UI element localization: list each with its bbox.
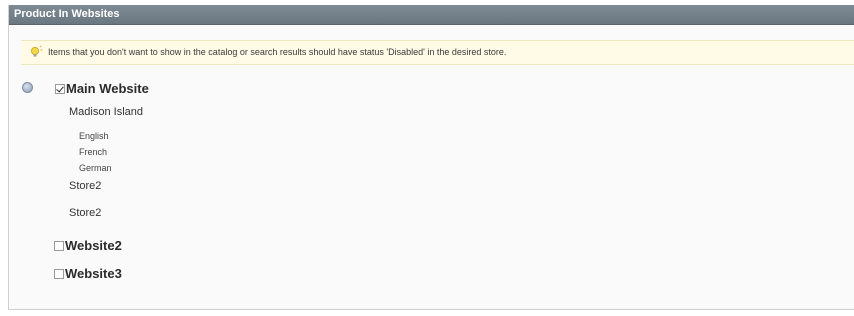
main-website-checkbox[interactable] bbox=[55, 84, 65, 94]
store-group-store2-second: Store2 bbox=[69, 207, 102, 219]
notice-text: Items that you don't want to show in the… bbox=[48, 47, 507, 57]
store-view-english: English bbox=[79, 131, 109, 141]
store-group-madison-island: Madison Island bbox=[69, 106, 143, 118]
website3-checkbox[interactable] bbox=[54, 269, 64, 279]
panel-header: Product In Websites bbox=[9, 5, 854, 25]
product-in-websites-panel: Product In Websites Items that you don't… bbox=[8, 5, 854, 310]
store-view-french: French bbox=[79, 147, 108, 157]
website-website3-label: Website3 bbox=[65, 266, 122, 281]
website-website2-label: Website2 bbox=[65, 238, 122, 253]
website2-checkbox[interactable] bbox=[54, 241, 64, 251]
store-view-german: German bbox=[79, 163, 112, 173]
store-group-store2: Store2 bbox=[69, 180, 102, 192]
panel-title: Product In Websites bbox=[14, 8, 120, 20]
website-main-website-label: Main Website bbox=[66, 81, 149, 96]
lightbulb-icon bbox=[31, 45, 43, 57]
notice-message: Items that you don't want to show in the… bbox=[21, 40, 854, 65]
help-icon[interactable] bbox=[22, 82, 33, 93]
